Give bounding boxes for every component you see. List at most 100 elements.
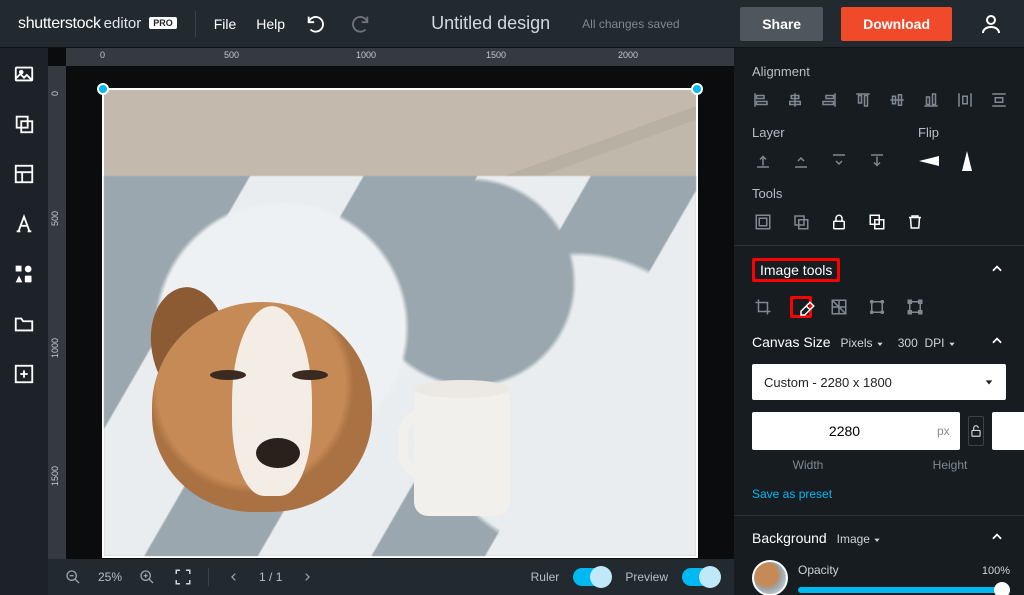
ruler-v-tick: 1500 — [50, 466, 60, 486]
unit-px: px — [937, 424, 960, 438]
alignment-label: Alignment — [752, 64, 1006, 79]
distribute-h-icon[interactable] — [956, 89, 974, 111]
width-input[interactable] — [752, 412, 937, 450]
ruler-vertical[interactable]: 0 500 1000 1500 — [48, 66, 66, 559]
align-hcenter-icon[interactable] — [786, 89, 804, 111]
align-left-icon[interactable] — [752, 89, 770, 111]
rail-images-icon[interactable] — [12, 62, 36, 86]
transform-icon[interactable] — [904, 296, 926, 318]
selection-handle-tr[interactable] — [691, 83, 703, 95]
ruler-toggle[interactable] — [573, 568, 611, 586]
preview-toggle-label: Preview — [625, 570, 668, 584]
height-input[interactable] — [992, 412, 1024, 450]
brand-sub: editor — [104, 15, 142, 32]
bring-forward-icon[interactable] — [790, 150, 812, 172]
background-section: Opacity 100% — [734, 554, 1024, 595]
alignment-section: Alignment — [734, 58, 1024, 119]
rail-folder-icon[interactable] — [12, 312, 36, 336]
opacity-label: Opacity — [798, 563, 1006, 577]
height-input-box: px — [992, 412, 1024, 450]
rail-layouts-icon[interactable] — [12, 162, 36, 186]
copy-style-icon[interactable] — [866, 211, 888, 233]
crop-icon[interactable] — [752, 296, 774, 318]
document-title[interactable]: Untitled design — [431, 13, 550, 34]
ruler-v-tick: 0 — [50, 91, 60, 96]
brand-main: shutterstock — [18, 15, 101, 33]
rail-layers-icon[interactable] — [12, 112, 36, 136]
background-label: Background — [752, 530, 827, 546]
main-menu: File Help — [214, 16, 285, 32]
resize-icon[interactable] — [866, 296, 888, 318]
size-preset-dropdown[interactable]: Custom - 2280 x 1800 — [752, 364, 1006, 400]
save-preset-link[interactable]: Save as preset — [752, 487, 832, 501]
align-top-icon[interactable] — [854, 89, 872, 111]
undo-button[interactable] — [303, 11, 329, 37]
illustration-mug — [404, 386, 524, 526]
illustration-dog — [152, 278, 402, 538]
download-button[interactable]: Download — [841, 7, 952, 41]
flip-v-icon[interactable] — [956, 150, 978, 172]
send-back-icon[interactable] — [866, 150, 888, 172]
dpi-select[interactable]: 300 DPI — [898, 336, 956, 350]
height-label: Height — [894, 458, 1006, 472]
bg-mode-select[interactable]: Image — [837, 532, 882, 546]
left-rail — [0, 48, 48, 595]
divider — [208, 568, 209, 586]
selection-handle-tl[interactable] — [97, 83, 109, 95]
share-button[interactable]: Share — [740, 7, 823, 41]
menu-file[interactable]: File — [214, 16, 237, 32]
ruler-v-tick: 1000 — [50, 338, 60, 358]
align-right-icon[interactable] — [820, 89, 838, 111]
chevron-up-icon — [990, 262, 1006, 278]
ruler-horizontal[interactable]: 0 500 1000 1500 2000 — [66, 48, 734, 66]
distribute-v-icon[interactable] — [990, 89, 1008, 111]
flip-h-icon[interactable] — [918, 150, 940, 172]
canvas-size-header[interactable]: Canvas Size Pixels 300 DPI — [734, 326, 1024, 358]
bring-front-icon[interactable] — [752, 150, 774, 172]
opacity-slider[interactable]: 100% — [798, 587, 1006, 593]
zoom-level[interactable]: 25% — [98, 570, 122, 584]
ruler-v-tick: 500 — [50, 211, 60, 226]
top-bar: shutterstock editor PRO File Help Untitl… — [0, 0, 1024, 48]
aspect-lock-button[interactable] — [968, 416, 984, 446]
ruler-toggle-label: Ruler — [531, 570, 560, 584]
align-vcenter-icon[interactable] — [888, 89, 906, 111]
main-layout: 0 500 1000 1500 2000 0 500 1000 1500 — [0, 48, 1024, 595]
rail-shapes-icon[interactable] — [12, 262, 36, 286]
layer-label: Layer — [752, 125, 888, 140]
delete-icon[interactable] — [904, 211, 926, 233]
align-bottom-icon[interactable] — [922, 89, 940, 111]
width-label: Width — [752, 458, 864, 472]
zoom-out-button[interactable] — [62, 566, 84, 588]
rail-text-icon[interactable] — [12, 212, 36, 236]
preview-toggle[interactable] — [682, 568, 720, 586]
duplicate-icon[interactable] — [790, 211, 812, 233]
save-status: All changes saved — [582, 17, 679, 31]
send-backward-icon[interactable] — [828, 150, 850, 172]
canvas-size-label: Canvas Size — [752, 334, 831, 350]
rail-add-icon[interactable] — [12, 362, 36, 386]
image-tools-header[interactable]: Image tools — [734, 250, 1024, 290]
tools-section: Tools — [734, 180, 1024, 241]
tools-label: Tools — [752, 186, 1006, 201]
canvas-stage[interactable] — [66, 66, 734, 559]
group-icon[interactable] — [752, 211, 774, 233]
next-page-button[interactable] — [296, 566, 318, 588]
filters-icon[interactable] — [828, 296, 850, 318]
bg-thumbnail[interactable] — [752, 560, 788, 595]
redo-button[interactable] — [347, 11, 373, 37]
prev-page-button[interactable] — [223, 566, 245, 588]
page-indicator: 1 / 1 — [259, 570, 282, 584]
work-area: 0 500 1000 1500 2000 0 500 1000 1500 — [48, 48, 734, 595]
background-header[interactable]: Background Image — [734, 522, 1024, 554]
fit-screen-button[interactable] — [172, 566, 194, 588]
canvas-size-section: Custom - 2280 x 1800 px px Width — [734, 358, 1024, 509]
menu-help[interactable]: Help — [256, 16, 285, 32]
lock-icon[interactable] — [828, 211, 850, 233]
artboard[interactable] — [102, 88, 698, 558]
unit-select[interactable]: Pixels — [840, 336, 883, 350]
zoom-in-button[interactable] — [136, 566, 158, 588]
account-icon[interactable] — [976, 9, 1006, 39]
eraser-icon[interactable] — [790, 296, 812, 318]
placed-image[interactable] — [104, 90, 696, 556]
